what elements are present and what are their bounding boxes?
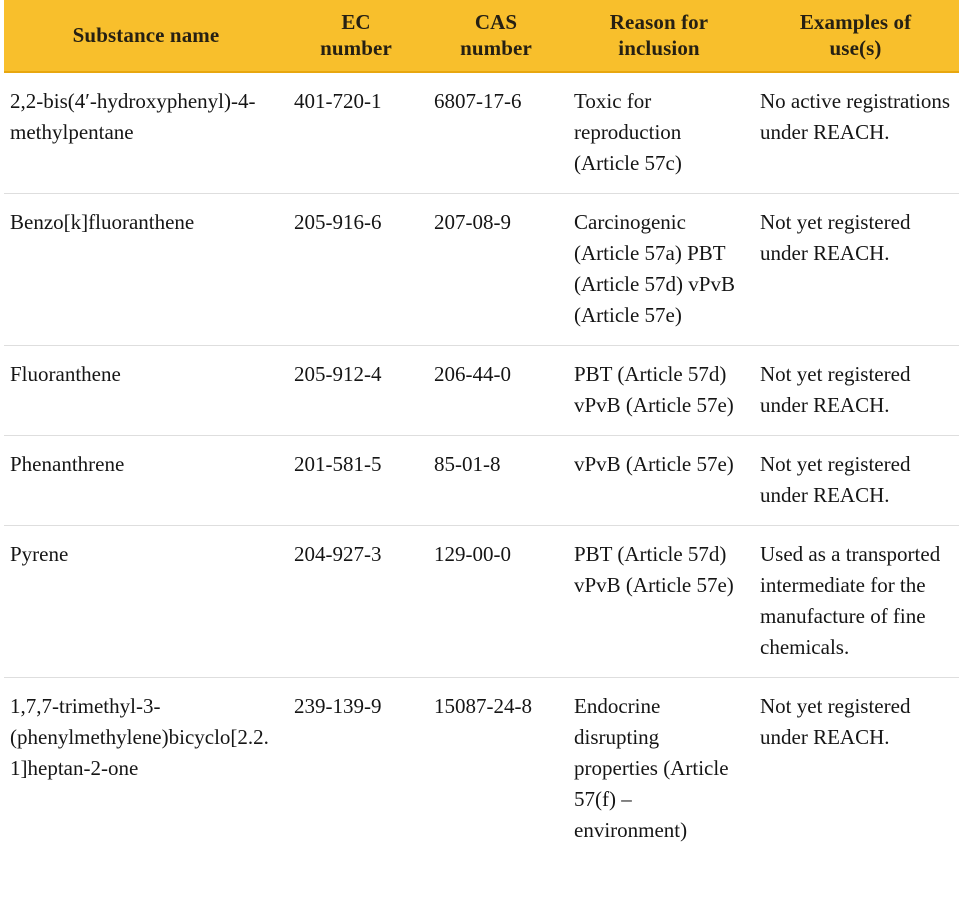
cell-reason-for-inclusion: Endocrine disrupting properties (Article… [566, 678, 752, 861]
column-header-reason-for-inclusion-line-1: Reason for [609, 9, 709, 34]
column-header-ec-number-line-1: EC [341, 9, 371, 34]
cell-substance-name: 2,2-bis(4′-hydroxyphenyl)-4-methylpentan… [4, 72, 286, 194]
table-header: Substance name EC number CAS number Reas… [4, 0, 959, 73]
table-row: 2,2-bis(4′-hydroxyphenyl)-4-methylpentan… [4, 72, 959, 194]
substance-name-text: Pyrene [10, 542, 69, 566]
substance-name-text: Fluoranthene [10, 362, 121, 386]
cell-ec-number: 201-581-5 [286, 435, 426, 526]
cell-reason-for-inclusion: vPvB (Article 57e) [566, 435, 752, 526]
column-header-substance-name: Substance name [4, 0, 286, 73]
table-row: 1,7,7-trimethyl-3-(phenylmethylene)bicyc… [4, 678, 959, 861]
reason-for-inclusion-text: vPvB (Article 57e) [574, 452, 734, 476]
table-row: Benzo[k]fluoranthene 205-916-6 207-08-9 … [4, 193, 959, 346]
reason-for-inclusion-text: PBT (Article 57d) vPvB (Article 57e) [574, 362, 734, 417]
column-header-examples-of-uses-line-1: Examples of [799, 9, 912, 34]
table-header-row: Substance name EC number CAS number Reas… [4, 0, 959, 73]
examples-of-uses-text: Used as a transported intermediate for t… [760, 542, 941, 659]
column-header-substance-name-line-1: Substance name [72, 22, 220, 47]
cell-substance-name: Benzo[k]fluoranthene [4, 193, 286, 346]
cas-number-text: 207-08-9 [434, 210, 511, 234]
substance-name-text: 1,7,7-trimethyl-3-(phenylmethylene)bicyc… [10, 694, 269, 780]
cell-reason-for-inclusion: PBT (Article 57d) vPvB (Article 57e) [566, 345, 752, 436]
cell-ec-number: 204-927-3 [286, 525, 426, 678]
reason-for-inclusion-text: Endocrine disrupting properties (Article… [574, 694, 729, 842]
cell-substance-name: 1,7,7-trimethyl-3-(phenylmethylene)bicyc… [4, 678, 286, 861]
examples-of-uses-text: No active registrations under REACH. [760, 89, 951, 144]
column-header-cas-number-line-2: number [460, 35, 532, 60]
cell-examples-of-uses: Not yet registered under REACH. [752, 678, 959, 861]
svhc-table-container: Substance name EC number CAS number Reas… [0, 0, 959, 860]
examples-of-uses-text: Not yet registered under REACH. [760, 362, 911, 417]
examples-of-uses-text: Not yet registered under REACH. [760, 452, 911, 507]
substance-name-text: Phenanthrene [10, 452, 125, 476]
cas-number-text: 15087-24-8 [434, 694, 532, 718]
examples-of-uses-text: Not yet registered under REACH. [760, 694, 911, 749]
column-header-cas-number: CAS number [426, 0, 566, 73]
cas-number-text: 85-01-8 [434, 452, 501, 476]
cell-examples-of-uses: Used as a transported intermediate for t… [752, 525, 959, 678]
table-row: Pyrene 204-927-3 129-00-0 PBT (Article 5… [4, 525, 959, 678]
ec-number-text: 205-912-4 [294, 362, 382, 386]
ec-number-text: 239-139-9 [294, 694, 382, 718]
table-row: Fluoranthene 205-912-4 206-44-0 PBT (Art… [4, 345, 959, 436]
cell-examples-of-uses: Not yet registered under REACH. [752, 435, 959, 526]
cell-cas-number: 85-01-8 [426, 435, 566, 526]
cell-ec-number: 205-916-6 [286, 193, 426, 346]
column-header-cas-number-line-1: CAS [474, 9, 518, 34]
ec-number-text: 401-720-1 [294, 89, 382, 113]
cell-cas-number: 15087-24-8 [426, 678, 566, 861]
cell-examples-of-uses: Not yet registered under REACH. [752, 345, 959, 436]
column-header-reason-for-inclusion: Reason for inclusion [566, 0, 752, 73]
cas-number-text: 6807-17-6 [434, 89, 522, 113]
reason-for-inclusion-text: PBT (Article 57d) vPvB (Article 57e) [574, 542, 734, 597]
cell-ec-number: 205-912-4 [286, 345, 426, 436]
cell-cas-number: 129-00-0 [426, 525, 566, 678]
column-header-ec-number-line-2: number [320, 35, 392, 60]
reason-for-inclusion-text: Toxic for reproduction (Article 57c) [574, 89, 682, 175]
examples-of-uses-text: Not yet registered under REACH. [760, 210, 911, 265]
cell-ec-number: 239-139-9 [286, 678, 426, 861]
cas-number-text: 206-44-0 [434, 362, 511, 386]
substance-name-text: 2,2-bis(4′-hydroxyphenyl)-4-methylpentan… [10, 89, 256, 144]
cell-substance-name: Phenanthrene [4, 435, 286, 526]
cell-cas-number: 206-44-0 [426, 345, 566, 436]
ec-number-text: 201-581-5 [294, 452, 382, 476]
cell-examples-of-uses: No active registrations under REACH. [752, 72, 959, 194]
column-header-examples-of-uses: Examples of use(s) [752, 0, 959, 73]
column-header-reason-for-inclusion-line-2: inclusion [618, 35, 700, 60]
ec-number-text: 204-927-3 [294, 542, 382, 566]
table-body: 2,2-bis(4′-hydroxyphenyl)-4-methylpentan… [4, 72, 959, 860]
cell-examples-of-uses: Not yet registered under REACH. [752, 193, 959, 346]
cell-reason-for-inclusion: Toxic for reproduction (Article 57c) [566, 72, 752, 194]
column-header-examples-of-uses-line-2: use(s) [829, 35, 882, 60]
ec-number-text: 205-916-6 [294, 210, 382, 234]
cas-number-text: 129-00-0 [434, 542, 511, 566]
reason-for-inclusion-text: Carcinogenic (Article 57a) PBT (Article … [574, 210, 735, 327]
table-row: Phenanthrene 201-581-5 85-01-8 vPvB (Art… [4, 435, 959, 526]
substances-table: Substance name EC number CAS number Reas… [4, 0, 959, 860]
column-header-ec-number: EC number [286, 0, 426, 73]
substance-name-text: Benzo[k]fluoranthene [10, 210, 195, 234]
cell-substance-name: Pyrene [4, 525, 286, 678]
cell-substance-name: Fluoranthene [4, 345, 286, 436]
cell-reason-for-inclusion: Carcinogenic (Article 57a) PBT (Article … [566, 193, 752, 346]
cell-cas-number: 6807-17-6 [426, 72, 566, 194]
cell-reason-for-inclusion: PBT (Article 57d) vPvB (Article 57e) [566, 525, 752, 678]
cell-cas-number: 207-08-9 [426, 193, 566, 346]
cell-ec-number: 401-720-1 [286, 72, 426, 194]
